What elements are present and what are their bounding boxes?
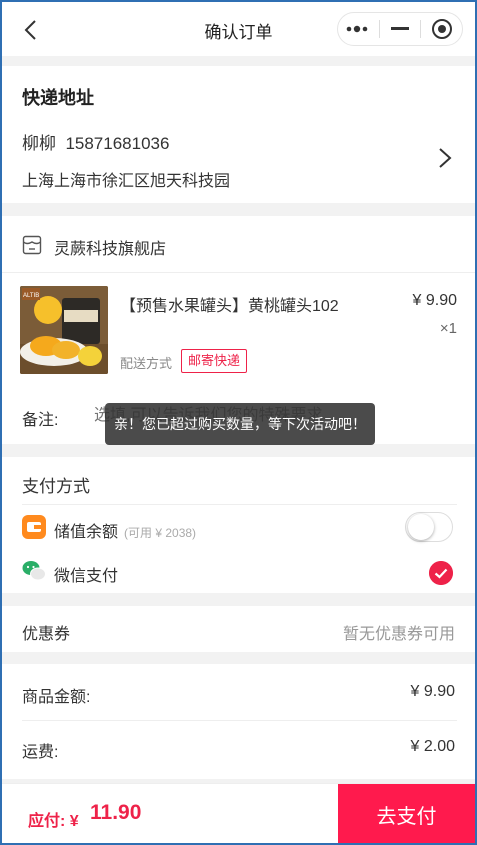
total-label: 应付: ¥ bbox=[28, 813, 79, 830]
app-frame: 确认订单 快递地址 柳柳 15871681036 上海上海市徐汇区旭天科技园 灵… bbox=[0, 0, 477, 845]
product-price: ¥ 9.90 bbox=[412, 292, 457, 309]
product-quantity: ×1 bbox=[439, 320, 457, 337]
balance-toggle[interactable] bbox=[405, 512, 453, 542]
wechat-pay-icon bbox=[22, 561, 46, 581]
payment-title: 支付方式 bbox=[22, 477, 90, 496]
freight-value: ¥ 2.00 bbox=[410, 738, 455, 755]
wechat-pay-label: 微信支付 bbox=[54, 568, 119, 585]
minimize-icon[interactable] bbox=[380, 12, 421, 46]
divider bbox=[22, 504, 457, 505]
freight-label: 运费: bbox=[22, 744, 59, 761]
remark-label: 备注: bbox=[22, 412, 59, 429]
wallet-icon bbox=[22, 515, 46, 539]
shipping-tag[interactable]: 邮寄快递 bbox=[181, 349, 248, 373]
mini-program-capsule bbox=[337, 12, 463, 46]
divider bbox=[22, 720, 457, 721]
product-title: 【预售水果罐头】黄桃罐头102 bbox=[120, 298, 339, 315]
checkout-bar: 应付: ¥ 11.90 去支付 bbox=[2, 783, 475, 843]
address-title: 快递地址 bbox=[22, 88, 94, 108]
coupon-label: 优惠券 bbox=[22, 626, 71, 643]
address-name-phone: 柳柳 15871681036 bbox=[22, 134, 170, 153]
svg-text:ALTIB: ALTIB bbox=[23, 293, 39, 299]
toast-message: 亲！您已超过购买数量，等下次活动吧！ bbox=[105, 403, 375, 445]
balance-label: 储值余额 (可用 ¥ 2038) bbox=[54, 524, 197, 541]
pay-button[interactable]: 去支付 bbox=[338, 784, 475, 843]
more-dots-icon[interactable] bbox=[338, 12, 379, 46]
total-value: 11.90 bbox=[90, 801, 142, 824]
store-icon bbox=[22, 235, 42, 255]
divider bbox=[2, 272, 475, 273]
nav-bar: 确认订单 bbox=[2, 2, 475, 56]
check-icon[interactable] bbox=[429, 561, 453, 585]
chevron-right-icon[interactable] bbox=[437, 147, 453, 169]
goods-amount-label: 商品金额: bbox=[22, 689, 91, 706]
balance-available: (可用 ¥ 2038) bbox=[124, 526, 197, 540]
product-image[interactable]: ALTIB bbox=[20, 286, 108, 374]
address-detail: 上海上海市徐汇区旭天科技园 bbox=[22, 173, 231, 190]
coupon-value: 暂无优惠券可用 bbox=[342, 626, 455, 643]
store-name: 灵蕨科技旗舰店 bbox=[54, 241, 167, 258]
target-icon[interactable] bbox=[421, 12, 462, 46]
summary-card bbox=[2, 664, 475, 779]
goods-amount-value: ¥ 9.90 bbox=[410, 683, 455, 700]
shipping-label: 配送方式 bbox=[120, 356, 173, 371]
